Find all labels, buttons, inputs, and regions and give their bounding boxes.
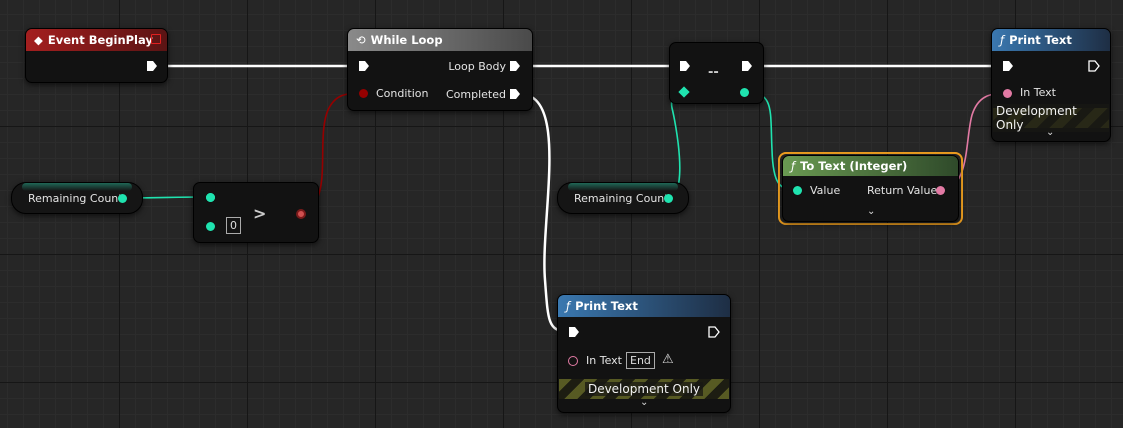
greater-symbol: > xyxy=(253,204,267,223)
loop-body-exec-out-pin[interactable] xyxy=(509,60,521,72)
function-icon: ƒ xyxy=(791,159,796,173)
remaining-count-out-pin-2[interactable] xyxy=(664,194,673,203)
print-top-in-text-label: In Text xyxy=(1020,86,1056,99)
remaining-count-label-1: Remaining Count xyxy=(28,192,123,205)
print-bottom-exec-out-pin[interactable] xyxy=(708,326,720,338)
development-only-banner-top: Development Only xyxy=(993,104,1109,132)
condition-pin[interactable] xyxy=(359,89,368,98)
while-loop-header: ⟲ While Loop xyxy=(348,29,532,51)
print-top-in-text-pin[interactable] xyxy=(1003,89,1012,98)
print-bottom-in-text-input[interactable]: End xyxy=(626,352,655,369)
print-bottom-in-text-pin[interactable] xyxy=(568,356,578,366)
print-bottom-exec-in-pin[interactable] xyxy=(568,326,580,338)
print-text-node-bottom[interactable]: ƒ Print Text In Text End ⚠ Development O… xyxy=(557,294,731,413)
greater-b-pin[interactable] xyxy=(206,222,215,231)
loop-icon: ⟲ xyxy=(356,33,366,47)
delegate-pin[interactable] xyxy=(151,34,161,44)
to-text-integer-node[interactable]: ƒ To Text (Integer) Value Return Value ⌄ xyxy=(782,155,959,222)
remaining-count-getter-1[interactable]: Remaining Count xyxy=(11,182,143,214)
greater-a-pin[interactable] xyxy=(206,193,215,202)
development-only-label-bottom: Development Only xyxy=(584,382,704,396)
development-only-banner-bottom: Development Only xyxy=(559,379,729,399)
while-loop-title: While Loop xyxy=(370,33,443,47)
greater-literal-input[interactable]: 0 xyxy=(226,217,241,234)
to-text-return-pin[interactable] xyxy=(936,186,945,195)
remaining-count-out-pin-1[interactable] xyxy=(118,194,127,203)
decrement-in-pin[interactable] xyxy=(678,86,690,98)
decrement-exec-in-pin[interactable] xyxy=(679,60,691,72)
decrement-symbol: -- xyxy=(708,65,719,80)
print-text-top-header: ƒ Print Text xyxy=(992,29,1110,51)
condition-label: Condition xyxy=(376,87,429,100)
while-loop-exec-in-pin[interactable] xyxy=(358,60,370,72)
print-top-exec-in-pin[interactable] xyxy=(1002,60,1014,72)
expand-chevron-icon[interactable]: ⌄ xyxy=(1046,127,1054,138)
decrement-exec-out-pin[interactable] xyxy=(741,60,753,72)
to-text-title: To Text (Integer) xyxy=(800,159,908,173)
remaining-count-getter-2[interactable]: Remaining Count xyxy=(557,182,689,214)
event-beginplay-title: Event BeginPlay xyxy=(47,33,153,47)
print-text-bottom-title: Print Text xyxy=(575,299,638,313)
to-text-header: ƒ To Text (Integer) xyxy=(783,156,958,176)
to-text-value-label: Value xyxy=(810,184,841,197)
decrement-node[interactable]: -- xyxy=(669,42,764,104)
event-beginplay-header: ◆ Event BeginPlay xyxy=(26,29,167,51)
print-text-bottom-header: ƒ Print Text xyxy=(558,295,730,317)
decrement-out-pin[interactable] xyxy=(740,88,749,97)
greater-out-pin[interactable] xyxy=(296,209,306,219)
print-text-top-title: Print Text xyxy=(1009,33,1072,47)
completed-exec-out-pin[interactable] xyxy=(509,88,521,100)
diamond-event-icon: ◆ xyxy=(34,33,43,47)
to-text-value-pin[interactable] xyxy=(793,186,802,195)
loop-body-label: Loop Body xyxy=(448,60,506,73)
beginplay-exec-out-pin[interactable] xyxy=(146,60,158,72)
print-top-exec-out-pin[interactable] xyxy=(1088,60,1100,72)
warning-icon: ⚠ xyxy=(662,352,674,367)
print-bottom-in-text-label: In Text xyxy=(586,354,622,367)
function-icon: ƒ xyxy=(1000,33,1005,47)
function-icon: ƒ xyxy=(566,299,571,313)
completed-label: Completed xyxy=(446,88,506,101)
while-loop-node[interactable]: ⟲ While Loop Loop Body Condition Complet… xyxy=(347,28,533,111)
event-beginplay-node[interactable]: ◆ Event BeginPlay xyxy=(25,28,168,83)
print-text-node-top[interactable]: ƒ Print Text In Text Development Only ⌄ xyxy=(991,28,1111,142)
to-text-return-label: Return Value xyxy=(867,184,938,197)
expand-chevron-icon[interactable]: ⌄ xyxy=(867,206,875,217)
remaining-count-label-2: Remaining Count xyxy=(574,192,669,205)
expand-chevron-icon[interactable]: ⌄ xyxy=(640,397,648,408)
greater-than-node[interactable]: 0 > xyxy=(193,182,319,243)
